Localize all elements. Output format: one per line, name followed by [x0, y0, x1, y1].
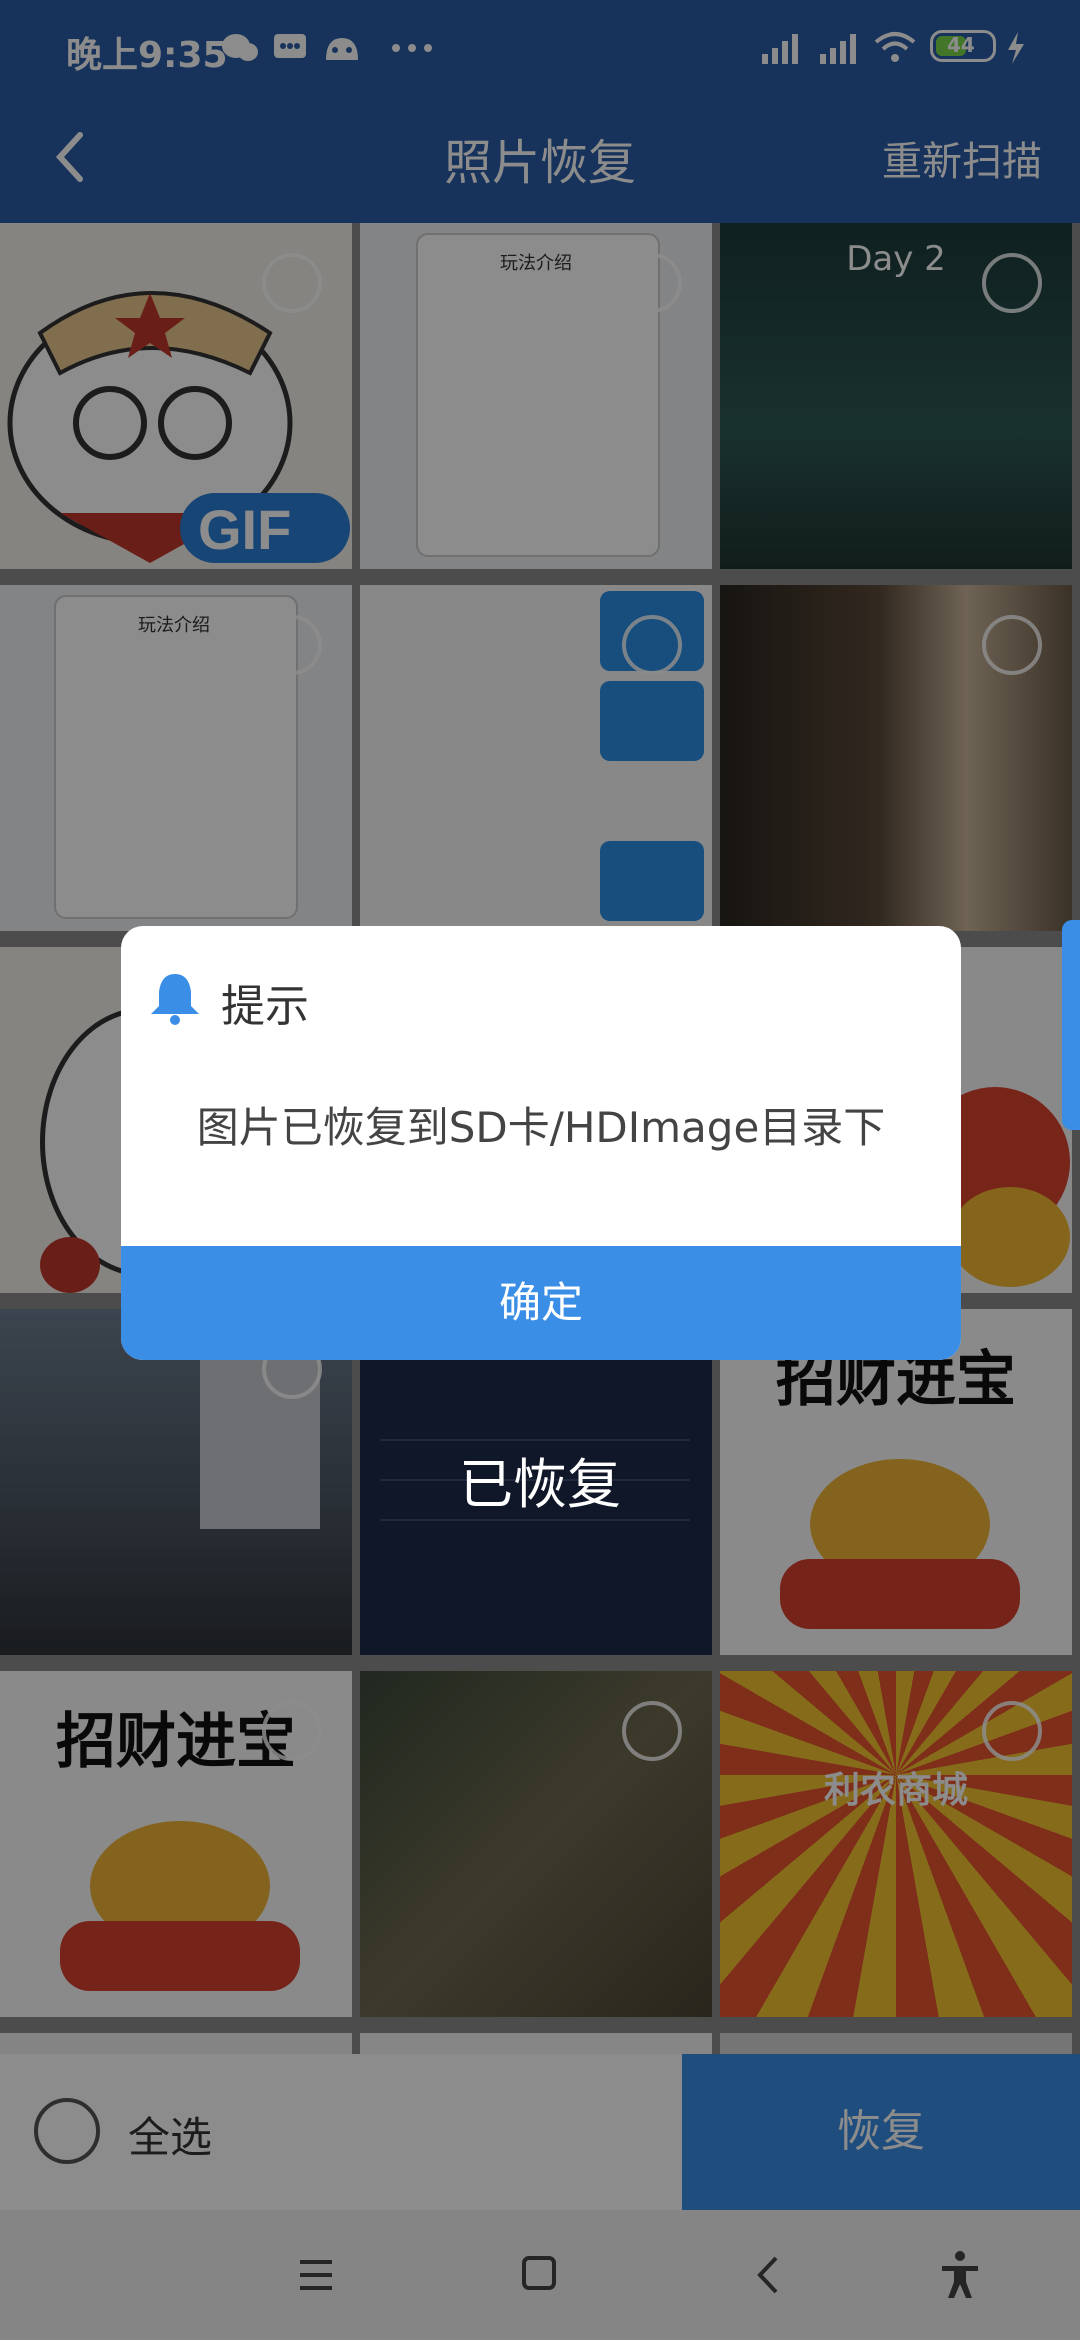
- dialog-message: 图片已恢复到SD卡/HDImage目录下: [196, 1103, 886, 1152]
- confirm-button[interactable]: 确定: [121, 1246, 961, 1360]
- alert-dialog: 提示 图片已恢复到SD卡/HDImage目录下 确定: [121, 926, 961, 1360]
- dialog-title: 提示: [221, 981, 309, 1032]
- bell-icon: [151, 974, 199, 1025]
- floating-edge-tab[interactable]: [1062, 920, 1080, 1130]
- restored-overlay-label: 已恢复: [459, 1453, 621, 1516]
